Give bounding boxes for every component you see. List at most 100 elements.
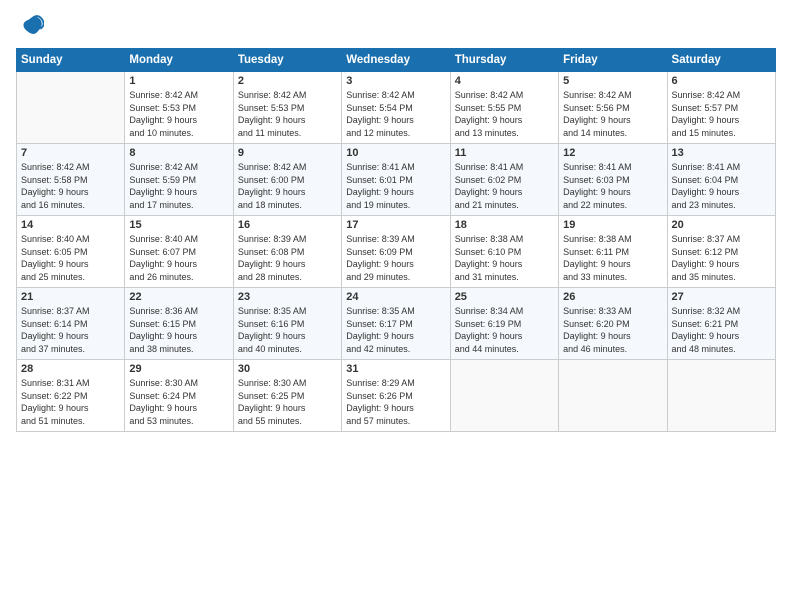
day-number: 5	[563, 75, 662, 87]
calendar-cell	[667, 360, 775, 432]
day-of-week-header: Monday	[125, 49, 233, 72]
day-info: Sunrise: 8:34 AM Sunset: 6:19 PM Dayligh…	[455, 305, 554, 355]
day-number: 2	[238, 75, 337, 87]
calendar-cell: 28Sunrise: 8:31 AM Sunset: 6:22 PM Dayli…	[17, 360, 125, 432]
day-info: Sunrise: 8:42 AM Sunset: 5:59 PM Dayligh…	[129, 161, 228, 211]
day-number: 17	[346, 219, 445, 231]
calendar-cell: 20 Sunrise: 8:37 AM Sunset: 6:12 PM Dayli…	[667, 216, 775, 288]
day-number: 9	[238, 147, 337, 159]
day-number: 11	[455, 147, 554, 159]
calendar-cell	[17, 72, 125, 144]
day-info: Sunrise: 8:38 AM Sunset: 6:11 PM Dayligh…	[563, 233, 662, 283]
day-number: 6	[672, 75, 771, 87]
logo	[16, 12, 48, 40]
calendar-cell: 14 Sunrise: 8:40 AM Sunset: 6:05 PM Dayli…	[17, 216, 125, 288]
day-info: Sunrise: 8:29 AM Sunset: 6:26 PM Dayligh…	[346, 377, 445, 427]
page: SundayMondayTuesdayWednesdayThursdayFrid…	[0, 0, 792, 612]
day-number: 31	[346, 363, 445, 375]
day-info: Sunrise: 8:31 AM Sunset: 6:22 PM Dayligh…	[21, 377, 120, 427]
calendar-week-row: 21Sunrise: 8:37 AM Sunset: 6:14 PM Dayli…	[17, 288, 776, 360]
day-number: 8	[129, 147, 228, 159]
day-info: Sunrise: 8:41 AM Sunset: 6:01 PM Dayligh…	[346, 161, 445, 211]
calendar-week-row: 14 Sunrise: 8:40 AM Sunset: 6:05 PM Dayli…	[17, 216, 776, 288]
calendar-cell: 16 Sunrise: 8:39 AM Sunset: 6:08 PM Dayli…	[233, 216, 341, 288]
day-number: 24	[346, 291, 445, 303]
day-of-week-header: Tuesday	[233, 49, 341, 72]
day-info: Sunrise: 8:39 AM Sunset: 6:08 PM Dayligh…	[238, 233, 337, 283]
day-number: 3	[346, 75, 445, 87]
day-number: 25	[455, 291, 554, 303]
day-info: Sunrise: 8:30 AM Sunset: 6:25 PM Dayligh…	[238, 377, 337, 427]
calendar-cell: 25 Sunrise: 8:34 AM Sunset: 6:19 PM Dayli…	[450, 288, 558, 360]
day-info: Sunrise: 8:35 AM Sunset: 6:16 PM Dayligh…	[238, 305, 337, 355]
day-info: Sunrise: 8:42 AM Sunset: 5:53 PM Dayligh…	[129, 89, 228, 139]
calendar: SundayMondayTuesdayWednesdayThursdayFrid…	[16, 48, 776, 432]
day-info: Sunrise: 8:41 AM Sunset: 6:04 PM Dayligh…	[672, 161, 771, 211]
calendar-week-row: 1Sunrise: 8:42 AM Sunset: 5:53 PM Daylig…	[17, 72, 776, 144]
day-number: 7	[21, 147, 120, 159]
calendar-cell: 11 Sunrise: 8:41 AM Sunset: 6:02 PM Dayli…	[450, 144, 558, 216]
day-info: Sunrise: 8:41 AM Sunset: 6:02 PM Dayligh…	[455, 161, 554, 211]
day-number: 30	[238, 363, 337, 375]
calendar-cell: 9Sunrise: 8:42 AM Sunset: 6:00 PM Daylig…	[233, 144, 341, 216]
calendar-week-row: 28Sunrise: 8:31 AM Sunset: 6:22 PM Dayli…	[17, 360, 776, 432]
day-info: Sunrise: 8:37 AM Sunset: 6:14 PM Dayligh…	[21, 305, 120, 355]
day-info: Sunrise: 8:37 AM Sunset: 6:12 PM Dayligh…	[672, 233, 771, 283]
day-number: 22	[129, 291, 228, 303]
calendar-cell: 5 Sunrise: 8:42 AM Sunset: 5:56 PM Daylig…	[559, 72, 667, 144]
day-number: 4	[455, 75, 554, 87]
calendar-cell: 7 Sunrise: 8:42 AM Sunset: 5:58 PM Daylig…	[17, 144, 125, 216]
day-of-week-header: Saturday	[667, 49, 775, 72]
day-of-week-header: Friday	[559, 49, 667, 72]
calendar-cell: 12Sunrise: 8:41 AM Sunset: 6:03 PM Dayli…	[559, 144, 667, 216]
day-info: Sunrise: 8:40 AM Sunset: 6:07 PM Dayligh…	[129, 233, 228, 283]
day-info: Sunrise: 8:32 AM Sunset: 6:21 PM Dayligh…	[672, 305, 771, 355]
calendar-cell: 31 Sunrise: 8:29 AM Sunset: 6:26 PM Dayli…	[342, 360, 450, 432]
calendar-header: SundayMondayTuesdayWednesdayThursdayFrid…	[17, 49, 776, 72]
calendar-body: 1Sunrise: 8:42 AM Sunset: 5:53 PM Daylig…	[17, 72, 776, 432]
calendar-cell: 2Sunrise: 8:42 AM Sunset: 5:53 PM Daylig…	[233, 72, 341, 144]
day-number: 14	[21, 219, 120, 231]
calendar-cell: 15 Sunrise: 8:40 AM Sunset: 6:07 PM Dayli…	[125, 216, 233, 288]
calendar-cell: 21Sunrise: 8:37 AM Sunset: 6:14 PM Dayli…	[17, 288, 125, 360]
calendar-cell: 30 Sunrise: 8:30 AM Sunset: 6:25 PM Dayli…	[233, 360, 341, 432]
day-number: 16	[238, 219, 337, 231]
calendar-cell: 13 Sunrise: 8:41 AM Sunset: 6:04 PM Dayli…	[667, 144, 775, 216]
day-of-week-header: Sunday	[17, 49, 125, 72]
day-info: Sunrise: 8:30 AM Sunset: 6:24 PM Dayligh…	[129, 377, 228, 427]
day-info: Sunrise: 8:42 AM Sunset: 5:56 PM Dayligh…	[563, 89, 662, 139]
calendar-cell: 27Sunrise: 8:32 AM Sunset: 6:21 PM Dayli…	[667, 288, 775, 360]
calendar-cell: 8 Sunrise: 8:42 AM Sunset: 5:59 PM Daylig…	[125, 144, 233, 216]
day-info: Sunrise: 8:42 AM Sunset: 5:58 PM Dayligh…	[21, 161, 120, 211]
calendar-cell	[559, 360, 667, 432]
calendar-cell: 4 Sunrise: 8:42 AM Sunset: 5:55 PM Daylig…	[450, 72, 558, 144]
calendar-cell: 6 Sunrise: 8:42 AM Sunset: 5:57 PM Daylig…	[667, 72, 775, 144]
day-info: Sunrise: 8:42 AM Sunset: 5:55 PM Dayligh…	[455, 89, 554, 139]
day-number: 20	[672, 219, 771, 231]
header-row: SundayMondayTuesdayWednesdayThursdayFrid…	[17, 49, 776, 72]
day-info: Sunrise: 8:35 AM Sunset: 6:17 PM Dayligh…	[346, 305, 445, 355]
day-info: Sunrise: 8:41 AM Sunset: 6:03 PM Dayligh…	[563, 161, 662, 211]
day-of-week-header: Thursday	[450, 49, 558, 72]
calendar-cell: 26Sunrise: 8:33 AM Sunset: 6:20 PM Dayli…	[559, 288, 667, 360]
calendar-cell: 23 Sunrise: 8:35 AM Sunset: 6:16 PM Dayli…	[233, 288, 341, 360]
day-info: Sunrise: 8:42 AM Sunset: 5:54 PM Dayligh…	[346, 89, 445, 139]
day-info: Sunrise: 8:38 AM Sunset: 6:10 PM Dayligh…	[455, 233, 554, 283]
day-number: 18	[455, 219, 554, 231]
day-info: Sunrise: 8:40 AM Sunset: 6:05 PM Dayligh…	[21, 233, 120, 283]
day-info: Sunrise: 8:33 AM Sunset: 6:20 PM Dayligh…	[563, 305, 662, 355]
day-number: 13	[672, 147, 771, 159]
calendar-cell: 3 Sunrise: 8:42 AM Sunset: 5:54 PM Daylig…	[342, 72, 450, 144]
day-of-week-header: Wednesday	[342, 49, 450, 72]
day-number: 23	[238, 291, 337, 303]
day-number: 19	[563, 219, 662, 231]
header	[16, 12, 776, 40]
calendar-cell: 18 Sunrise: 8:38 AM Sunset: 6:10 PM Dayli…	[450, 216, 558, 288]
day-info: Sunrise: 8:39 AM Sunset: 6:09 PM Dayligh…	[346, 233, 445, 283]
day-info: Sunrise: 8:42 AM Sunset: 5:57 PM Dayligh…	[672, 89, 771, 139]
calendar-cell	[450, 360, 558, 432]
logo-icon	[16, 12, 44, 40]
day-number: 10	[346, 147, 445, 159]
day-info: Sunrise: 8:36 AM Sunset: 6:15 PM Dayligh…	[129, 305, 228, 355]
day-number: 15	[129, 219, 228, 231]
